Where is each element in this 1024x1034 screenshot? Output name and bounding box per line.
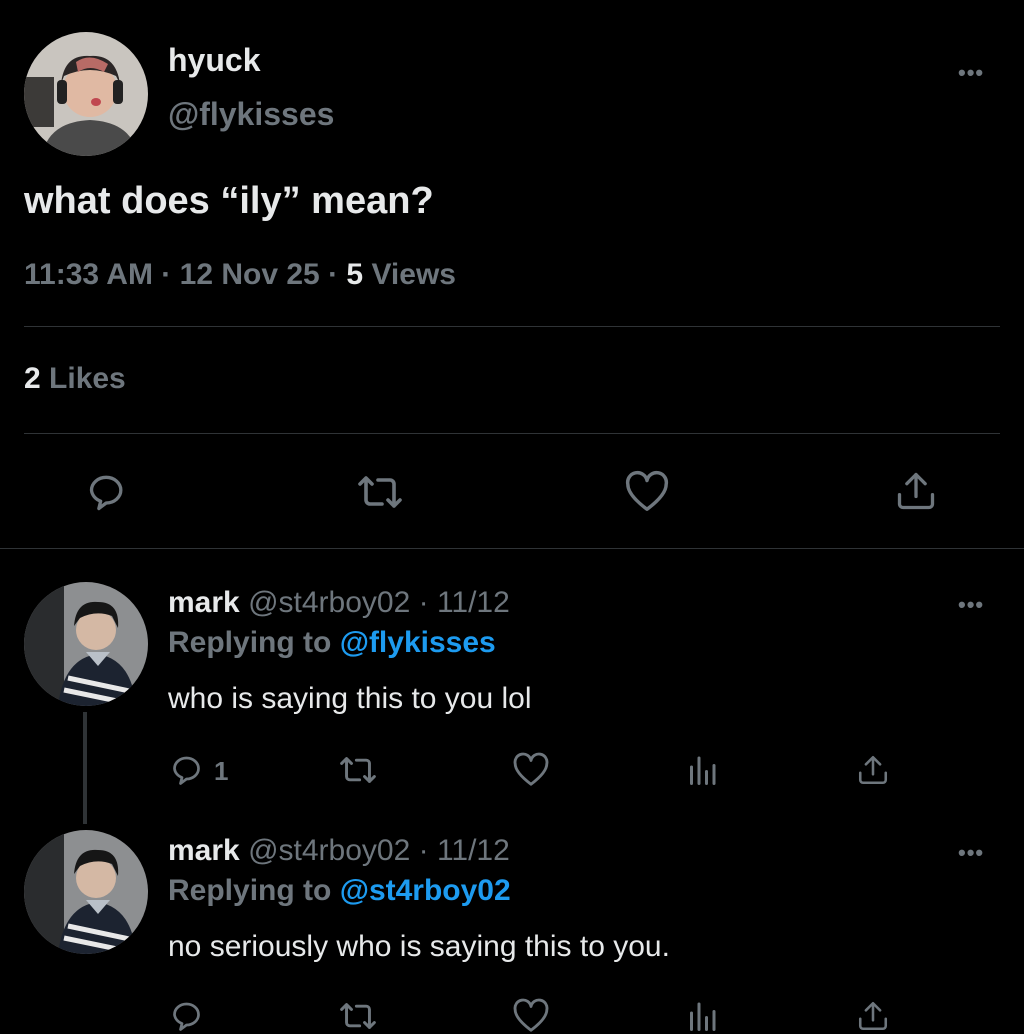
more-icon[interactable]: •••: [958, 840, 984, 866]
avatar[interactable]: [24, 830, 148, 954]
reply-header: mark @st4rboy02 · 11/12: [168, 834, 510, 868]
likes-count: 2: [24, 362, 41, 395]
reply-icon[interactable]: [170, 752, 206, 788]
avatar[interactable]: [24, 582, 148, 706]
meta-separator: ·: [328, 258, 339, 291]
retweet-icon[interactable]: [338, 998, 378, 1034]
reply-date[interactable]: 11/12: [437, 586, 510, 619]
thread-line: [83, 712, 87, 824]
replying-to-link[interactable]: @st4rboy02: [340, 874, 511, 907]
reply-handle[interactable]: @st4rboy02: [248, 586, 410, 619]
avatar[interactable]: [24, 32, 148, 156]
replying-to-label: Replying to: [168, 874, 332, 907]
reply-display-name[interactable]: mark: [168, 834, 240, 867]
tweet-text: what does “ily” mean?: [24, 180, 434, 222]
reply-icon[interactable]: [170, 998, 206, 1034]
replying-to-label: Replying to: [168, 626, 332, 659]
retweet-icon[interactable]: [356, 470, 404, 514]
likes-stat[interactable]: 2 Likes: [24, 362, 126, 396]
replying-to-link[interactable]: @flykisses: [340, 626, 496, 659]
reply-count: 1: [214, 756, 229, 786]
replying-to: Replying to @st4rboy02: [168, 874, 511, 908]
reply-icon[interactable]: [86, 470, 130, 514]
more-icon[interactable]: •••: [958, 592, 984, 618]
reply-text: who is saying this to you lol: [168, 682, 532, 715]
divider: [0, 548, 1024, 549]
views-icon[interactable]: [686, 752, 718, 788]
tweet-time: 11:33 AM: [24, 258, 153, 291]
divider: [24, 433, 1000, 434]
views-label: Views: [371, 258, 456, 291]
share-icon[interactable]: [856, 998, 890, 1034]
reply-header: mark @st4rboy02 · 11/12: [168, 586, 510, 620]
reply-handle[interactable]: @st4rboy02: [248, 834, 410, 867]
tweet-date: 12 Nov 25: [179, 258, 320, 291]
tweet-meta: 11:33 AM · 12 Nov 25 · 5 Views: [24, 258, 456, 292]
more-icon[interactable]: •••: [958, 60, 984, 86]
reply-separator: ·: [418, 586, 429, 619]
views-icon[interactable]: [686, 998, 718, 1034]
handle[interactable]: @flykisses: [168, 96, 334, 133]
replying-to: Replying to @flykisses: [168, 626, 496, 660]
reply-display-name[interactable]: mark: [168, 586, 240, 619]
like-icon[interactable]: [624, 470, 670, 514]
reply-date[interactable]: 11/12: [437, 834, 510, 867]
like-icon[interactable]: [512, 998, 550, 1034]
display-name[interactable]: hyuck: [168, 42, 260, 79]
reply-text: no seriously who is saying this to you.: [168, 930, 670, 963]
retweet-icon[interactable]: [338, 752, 378, 788]
likes-label: Likes: [49, 362, 126, 395]
share-icon[interactable]: [856, 752, 890, 788]
share-icon[interactable]: [894, 468, 938, 514]
meta-separator: ·: [161, 258, 172, 291]
views-count: 5: [346, 258, 364, 291]
divider: [24, 326, 1000, 327]
reply-separator: ·: [418, 834, 429, 867]
like-icon[interactable]: [512, 752, 550, 788]
